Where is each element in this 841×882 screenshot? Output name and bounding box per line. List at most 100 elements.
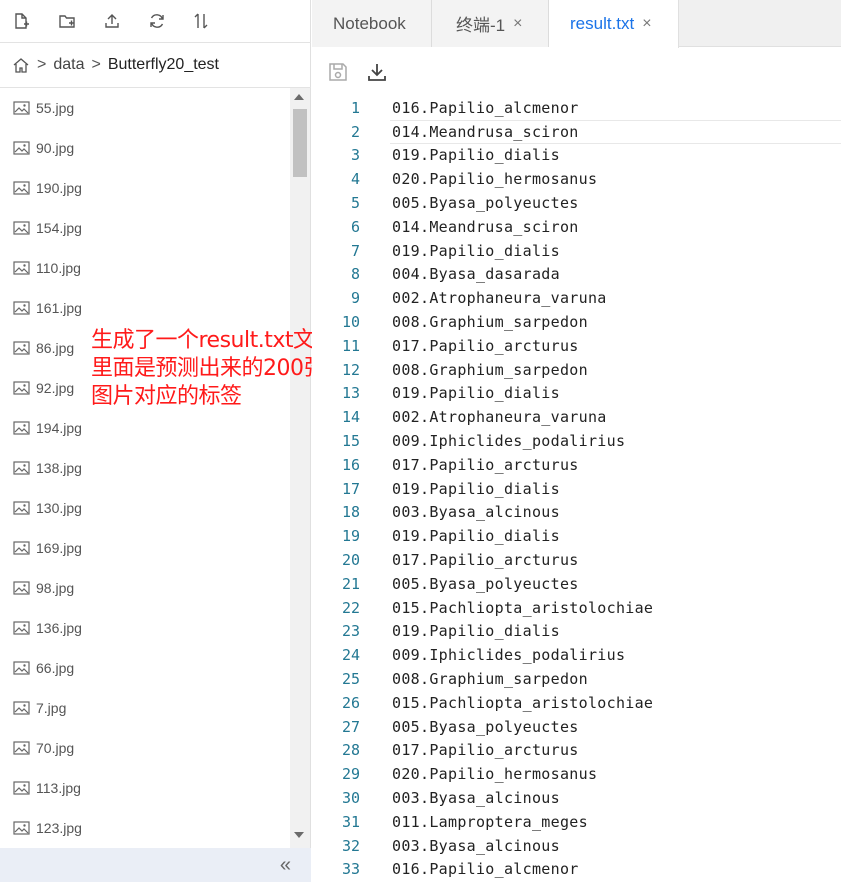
- new-file-button[interactable]: [8, 8, 34, 34]
- sort-button[interactable]: [188, 8, 214, 34]
- code-line[interactable]: 9 002.Atrophaneura_varuna: [312, 286, 841, 310]
- code-line[interactable]: 14 002.Atrophaneura_varuna: [312, 405, 841, 429]
- code-line[interactable]: 31 011.Lamproptera_meges: [312, 810, 841, 834]
- line-number: 15: [341, 432, 360, 451]
- file-list-scrollbar[interactable]: [290, 88, 310, 848]
- file-list-item[interactable]: 190.jpg: [0, 168, 290, 208]
- collapse-sidebar-button[interactable]: «: [280, 855, 291, 875]
- file-name: 136.jpg: [36, 620, 82, 636]
- breadcrumb-data[interactable]: data: [53, 56, 84, 74]
- scroll-thumb[interactable]: [293, 109, 307, 177]
- breadcrumb-current[interactable]: Butterfly20_test: [108, 56, 219, 74]
- file-list-item[interactable]: 55.jpg: [0, 88, 290, 128]
- code-editor[interactable]: 1 016.Papilio_alcmenor 2 014.Meandrusa_scir…: [312, 96, 841, 882]
- line-text: 017.Papilio_arcturus: [392, 336, 579, 355]
- close-icon[interactable]: ×: [642, 15, 651, 33]
- image-file-icon: [13, 141, 30, 155]
- upload-icon: [105, 14, 119, 28]
- save-button[interactable]: [324, 58, 352, 86]
- new-file-icon: [15, 13, 29, 29]
- file-list-item[interactable]: 66.jpg: [0, 648, 290, 688]
- code-line[interactable]: 25 008.Graphium_sarpedon: [312, 667, 841, 691]
- code-line[interactable]: 18 003.Byasa_alcinous: [312, 501, 841, 525]
- file-list-item[interactable]: 98.jpg: [0, 568, 290, 608]
- home-icon[interactable]: [12, 56, 30, 74]
- file-name: 169.jpg: [36, 540, 82, 556]
- file-list-item[interactable]: 169.jpg: [0, 528, 290, 568]
- scroll-up-arrow-icon[interactable]: [294, 94, 304, 100]
- tab-label: result.txt: [570, 14, 635, 33]
- code-line[interactable]: 23 019.Papilio_dialis: [312, 620, 841, 644]
- file-name: 154.jpg: [36, 220, 82, 236]
- code-line[interactable]: 11 017.Papilio_arcturus: [312, 334, 841, 358]
- download-button[interactable]: [363, 58, 391, 86]
- code-line[interactable]: 30 003.Byasa_alcinous: [312, 786, 841, 810]
- code-line[interactable]: 28 017.Papilio_arcturus: [312, 739, 841, 763]
- code-line[interactable]: 27 005.Byasa_polyeuctes: [312, 715, 841, 739]
- file-list-item[interactable]: 90.jpg: [0, 128, 290, 168]
- code-line[interactable]: 26 015.Pachliopta_aristolochiae: [312, 691, 841, 715]
- code-line[interactable]: 33 016.Papilio_alcmenor: [312, 858, 841, 882]
- new-folder-button[interactable]: [54, 8, 80, 34]
- code-line[interactable]: 6 014.Meandrusa_sciron: [312, 215, 841, 239]
- code-line[interactable]: 29 020.Papilio_hermosanus: [312, 762, 841, 786]
- code-line[interactable]: 10 008.Graphium_sarpedon: [312, 310, 841, 334]
- code-line[interactable]: 16 017.Papilio_arcturus: [312, 453, 841, 477]
- code-line[interactable]: 7 019.Papilio_dialis: [312, 239, 841, 263]
- file-list-item[interactable]: 194.jpg: [0, 408, 290, 448]
- line-number: 12: [341, 360, 360, 379]
- code-line[interactable]: 2 014.Meandrusa_sciron: [312, 119, 841, 144]
- code-line[interactable]: 19 019.Papilio_dialis: [312, 524, 841, 548]
- file-list-item[interactable]: 154.jpg: [0, 208, 290, 248]
- file-list-item[interactable]: 138.jpg: [0, 448, 290, 488]
- line-number: 27: [341, 717, 360, 736]
- image-file-icon: [13, 381, 30, 395]
- file-list-item[interactable]: 161.jpg: [0, 288, 290, 328]
- line-text: 011.Lamproptera_meges: [392, 812, 588, 831]
- line-text: 003.Byasa_alcinous: [392, 836, 560, 855]
- file-name: 98.jpg: [36, 580, 75, 596]
- line-number: 26: [341, 693, 360, 712]
- code-line[interactable]: 1 016.Papilio_alcmenor: [312, 96, 841, 120]
- tab-notebook[interactable]: Notebook: [312, 0, 432, 47]
- image-file-icon: [13, 461, 30, 475]
- line-text: 008.Graphium_sarpedon: [392, 670, 588, 689]
- line-text: 003.Byasa_alcinous: [392, 789, 560, 807]
- code-line[interactable]: 5 005.Byasa_polyeuctes: [312, 191, 841, 215]
- line-number: 30: [341, 789, 360, 807]
- image-file-icon: [13, 621, 30, 635]
- code-line[interactable]: 8 004.Byasa_dasarada: [312, 263, 841, 287]
- file-list-item[interactable]: 110.jpg: [0, 248, 290, 288]
- line-text: 019.Papilio_dialis: [392, 384, 560, 403]
- new-folder-icon: [59, 15, 75, 28]
- scroll-down-arrow-icon[interactable]: [294, 832, 304, 838]
- code-line[interactable]: 22 015.Pachliopta_aristolochiae: [312, 596, 841, 620]
- image-file-icon: [13, 701, 30, 715]
- code-line[interactable]: 12 008.Graphium_sarpedon: [312, 358, 841, 382]
- image-file-icon: [13, 261, 30, 275]
- file-list-item[interactable]: 113.jpg: [0, 768, 290, 808]
- code-line[interactable]: 4 020.Papilio_hermosanus: [312, 167, 841, 191]
- file-list-item[interactable]: 7.jpg: [0, 688, 290, 728]
- tab-terminal[interactable]: 终端-1 ×: [432, 0, 549, 47]
- code-line[interactable]: 21 005.Byasa_polyeuctes: [312, 572, 841, 596]
- close-icon[interactable]: ×: [513, 15, 522, 33]
- code-line[interactable]: 32 003.Byasa_alcinous: [312, 834, 841, 858]
- code-line[interactable]: 20 017.Papilio_arcturus: [312, 548, 841, 572]
- file-list-item[interactable]: 136.jpg: [0, 608, 290, 648]
- code-line[interactable]: 17 019.Papilio_dialis: [312, 477, 841, 501]
- upload-button[interactable]: [99, 8, 125, 34]
- code-line[interactable]: 15 009.Iphiclides_podalirius: [312, 429, 841, 453]
- file-list-item[interactable]: 130.jpg: [0, 488, 290, 528]
- line-text: 017.Papilio_arcturus: [392, 455, 579, 474]
- file-list-item[interactable]: 70.jpg: [0, 728, 290, 768]
- code-line[interactable]: 24 009.Iphiclides_podalirius: [312, 643, 841, 667]
- tab-result-txt[interactable]: result.txt ×: [549, 0, 679, 48]
- file-list-item[interactable]: 123.jpg: [0, 808, 290, 848]
- code-line[interactable]: 3 019.Papilio_dialis: [312, 144, 841, 168]
- line-text: 002.Atrophaneura_varuna: [392, 408, 607, 427]
- image-file-icon: [13, 501, 30, 515]
- code-line[interactable]: 13 019.Papilio_dialis: [312, 382, 841, 406]
- line-text: 019.Papilio_dialis: [392, 146, 560, 165]
- refresh-button[interactable]: [144, 8, 170, 34]
